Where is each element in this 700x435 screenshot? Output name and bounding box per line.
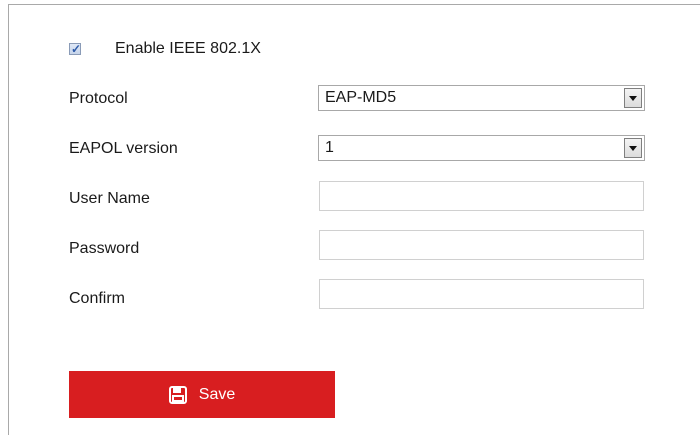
eapol-version-select-value: 1 bbox=[325, 139, 334, 156]
eapol-version-select[interactable]: 1 bbox=[318, 135, 645, 161]
save-button[interactable]: Save bbox=[69, 371, 335, 418]
save-icon bbox=[168, 385, 187, 404]
password-label: Password bbox=[69, 240, 140, 257]
confirm-label: Confirm bbox=[69, 290, 126, 307]
eapol-version-label: EAPOL version bbox=[69, 140, 178, 157]
save-button-label: Save bbox=[198, 385, 236, 403]
settings-panel: ✓ Enable IEEE 802.1X Protocol EAP-MD5 EA… bbox=[8, 4, 700, 435]
user-name-input[interactable] bbox=[319, 181, 644, 211]
protocol-select[interactable]: EAP-MD5 bbox=[318, 85, 645, 111]
user-name-label: User Name bbox=[69, 190, 150, 207]
enable-8021x-checkbox[interactable]: ✓ bbox=[69, 42, 82, 56]
chevron-down-icon[interactable] bbox=[624, 88, 642, 108]
protocol-label: Protocol bbox=[69, 90, 128, 107]
confirm-password-input[interactable] bbox=[319, 279, 644, 309]
password-input[interactable] bbox=[319, 230, 644, 260]
enable-8021x-label: Enable IEEE 802.1X bbox=[115, 40, 261, 57]
protocol-select-value: EAP-MD5 bbox=[325, 89, 397, 106]
chevron-down-icon[interactable] bbox=[624, 138, 642, 158]
checkmark-icon: ✓ bbox=[71, 42, 82, 56]
